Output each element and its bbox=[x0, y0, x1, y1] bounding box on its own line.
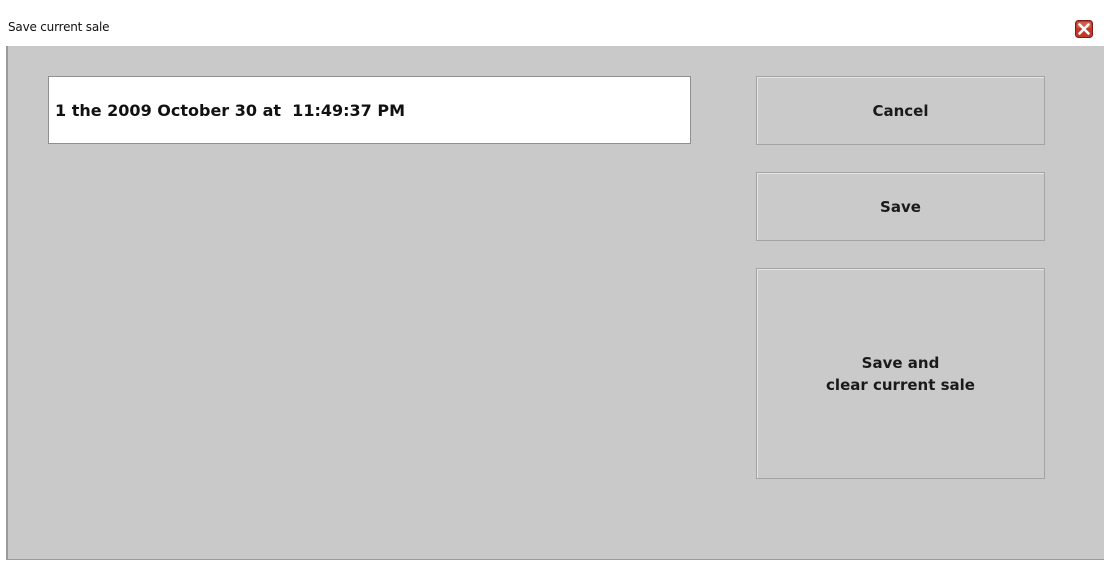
dialog-body: Cancel Save Save and clear current sale bbox=[6, 46, 1104, 560]
sale-name-input[interactable] bbox=[48, 76, 691, 144]
save-and-clear-button[interactable]: Save and clear current sale bbox=[756, 268, 1045, 479]
dialog-title: Save current sale bbox=[8, 20, 110, 34]
cancel-button[interactable]: Cancel bbox=[756, 76, 1045, 145]
save-and-clear-label-line1: Save and bbox=[861, 353, 940, 372]
save-and-clear-label-line2: clear current sale bbox=[826, 375, 975, 394]
close-icon bbox=[1075, 20, 1093, 38]
save-button[interactable]: Save bbox=[756, 172, 1045, 241]
title-bar: Save current sale bbox=[0, 0, 1104, 46]
save-button-label: Save bbox=[880, 197, 921, 216]
save-sale-dialog: Save current sale Cancel Save Save and c… bbox=[0, 0, 1104, 561]
cancel-button-label: Cancel bbox=[872, 101, 929, 120]
close-button[interactable] bbox=[1075, 20, 1093, 38]
